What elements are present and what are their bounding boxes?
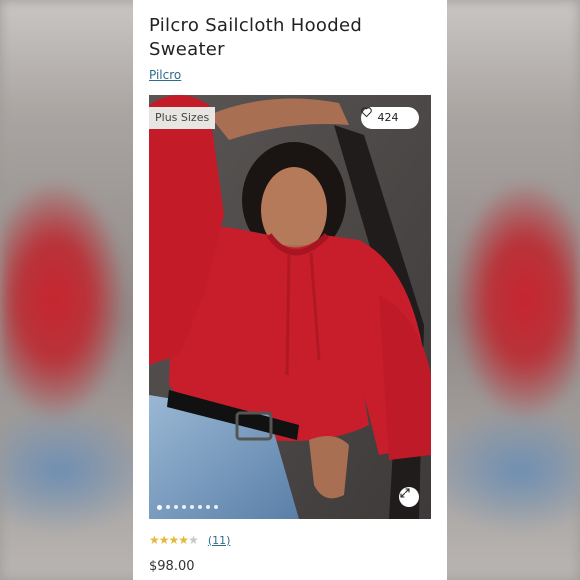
star-icon: ★ bbox=[188, 533, 199, 547]
carousel-dot[interactable] bbox=[214, 505, 218, 509]
product-title: Pilcro Sailcloth Hooded Sweater bbox=[149, 15, 363, 60]
expand-icon[interactable] bbox=[399, 487, 419, 507]
favorite-button[interactable]: 424 bbox=[361, 107, 419, 129]
star-icon: ★ bbox=[158, 533, 170, 547]
brand-link[interactable]: Pilcro bbox=[149, 68, 181, 82]
carousel-dots[interactable] bbox=[157, 505, 218, 510]
star-icon: ★ bbox=[178, 533, 189, 547]
star-rating: ★★★★★ bbox=[149, 533, 199, 547]
carousel-dot[interactable] bbox=[182, 505, 186, 509]
carousel-dot[interactable] bbox=[157, 505, 162, 510]
product-price: $98.00 bbox=[149, 559, 195, 574]
product-image[interactable]: Plus Sizes 424 bbox=[149, 95, 431, 519]
star-icon: ★ bbox=[168, 533, 180, 547]
carousel-dot[interactable] bbox=[190, 505, 194, 509]
plus-sizes-tag: Plus Sizes bbox=[149, 107, 216, 129]
carousel-dot[interactable] bbox=[206, 505, 210, 509]
carousel-dot[interactable] bbox=[166, 505, 170, 509]
carousel-dot[interactable] bbox=[198, 505, 202, 509]
rating-row: ★★★★★ (11) bbox=[149, 533, 230, 547]
star-icon: ★ bbox=[149, 533, 160, 547]
product-photo-illustration bbox=[149, 95, 431, 519]
product-card: Pilcro Sailcloth Hooded Sweater Pilcro P… bbox=[133, 0, 447, 580]
carousel-dot[interactable] bbox=[174, 505, 178, 509]
reviews-link[interactable]: (11) bbox=[208, 534, 231, 547]
likes-count: 424 bbox=[377, 111, 399, 124]
